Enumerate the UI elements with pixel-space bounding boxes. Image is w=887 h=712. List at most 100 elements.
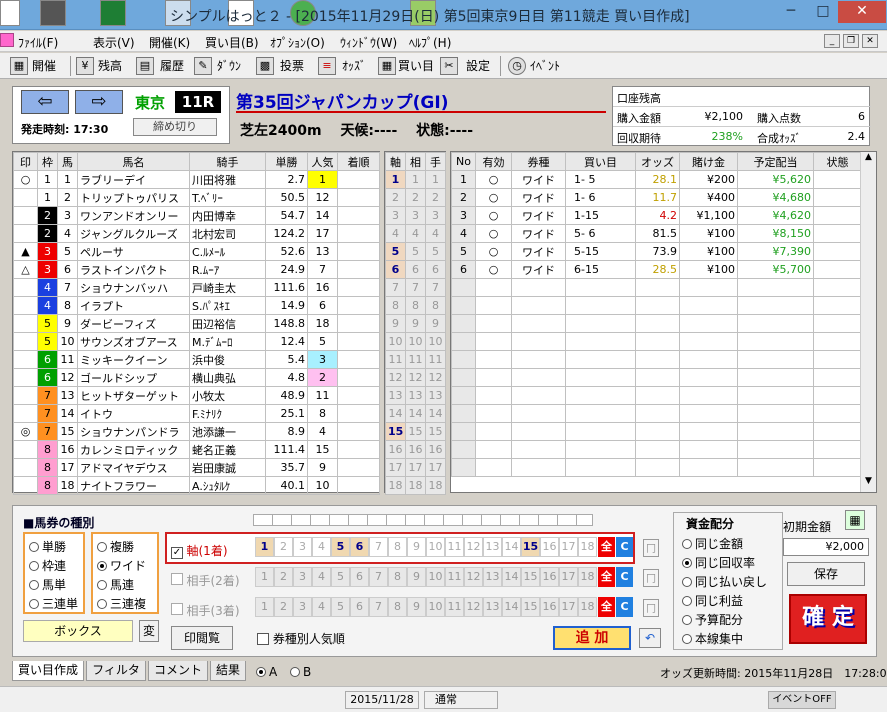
axis-jiku-cell[interactable]: 13 [385, 386, 406, 405]
mark-cell[interactable]: ○ [13, 170, 38, 189]
horse-number-toggle[interactable]: 6 [350, 597, 369, 617]
horse-number-toggle[interactable]: 12 [464, 567, 483, 587]
bet-amount[interactable]: ¥200 [679, 170, 738, 189]
horse-number-toggle[interactable]: 13 [483, 597, 502, 617]
scroll-up-icon[interactable]: ▲ [861, 152, 876, 168]
mark-cell[interactable] [13, 386, 38, 405]
horse-number-toggle[interactable]: 2 [274, 537, 293, 557]
horse-col-header[interactable]: 馬名 [77, 152, 190, 171]
horse-number-toggle[interactable]: 5 [331, 537, 350, 557]
horse-number-toggle[interactable]: 18 [578, 567, 597, 587]
select-all-button[interactable]: 全 [598, 597, 615, 617]
close-button[interactable]: ✕ [838, 1, 886, 23]
axis-te-cell[interactable]: 10 [425, 332, 446, 351]
horse-number-toggle[interactable]: 16 [540, 597, 559, 617]
bets-col-header[interactable]: 賭け金 [679, 152, 738, 171]
horse-row[interactable]: △ 3 6 ラストインパクト R.ﾑｰｱ 24.9 7 [13, 260, 380, 279]
horse-row[interactable]: 8 18 ナイトフラワー A.ｼｭﾀﾙｹ 40.1 10 [13, 476, 380, 495]
bet-row[interactable]: 4 ○ ワイド 5- 6 81.5 ¥100 ¥8,150 [451, 224, 862, 243]
axis-jiku-cell[interactable]: 5 [385, 242, 406, 261]
bet-valid[interactable]: ○ [475, 206, 512, 225]
deadline-button[interactable]: 締め切り [133, 118, 217, 136]
horse-number-toggle[interactable]: 3 [293, 537, 312, 557]
bets-col-header[interactable]: オッズ [635, 152, 680, 171]
axis-jiku-cell[interactable]: 1 [385, 170, 406, 189]
axis-te-cell[interactable]: 12 [425, 368, 446, 387]
axis-te-cell[interactable]: 9 [425, 314, 446, 333]
horse-row[interactable]: 2 4 ジャングルクルーズ 北村宏司 124.2 17 [13, 224, 380, 243]
axis-te-cell[interactable]: 3 [425, 206, 446, 225]
horse-number-toggle[interactable]: 15 [521, 567, 540, 587]
clear-button[interactable]: C [616, 567, 633, 587]
horse-number-toggle[interactable]: 18 [578, 597, 597, 617]
axis-ai-cell[interactable]: 6 [405, 260, 426, 279]
bet-row[interactable]: 1 ○ ワイド 1- 5 28.1 ¥200 ¥5,620 [451, 170, 862, 189]
bet-valid[interactable]: ○ [475, 170, 512, 189]
mark-cell[interactable] [13, 206, 38, 225]
mark-cell[interactable] [13, 188, 38, 207]
download-button[interactable]: ﾀﾞｳﾝ [217, 56, 241, 76]
by-type-checkbox[interactable]: 券種別人気順 [257, 630, 345, 647]
horse-col-header[interactable]: 単勝 [265, 152, 308, 171]
mark-cell[interactable] [13, 368, 38, 387]
bet-row[interactable]: 5 ○ ワイド 5-15 73.9 ¥100 ¥7,390 [451, 242, 862, 261]
axis-jiku-cell[interactable]: 12 [385, 368, 406, 387]
mark-cell[interactable] [13, 278, 38, 297]
axis-te-cell[interactable]: 11 [425, 350, 446, 369]
box-button[interactable]: ボックス [23, 620, 133, 642]
horse-number-toggle[interactable]: 1 [255, 597, 274, 617]
odds-button[interactable]: ｵｯｽﾞ [342, 56, 366, 76]
radio-a[interactable]: A [256, 665, 277, 679]
thumbnail-icon[interactable] [40, 0, 66, 26]
bet-type-radio[interactable]: 三連単 [29, 595, 78, 612]
axis-jiku-cell[interactable]: 9 [385, 314, 406, 333]
horse-col-header[interactable]: 着順 [337, 152, 380, 171]
bet-type-radio[interactable]: 複勝 [97, 538, 134, 555]
horse-number-toggle[interactable]: 3 [293, 597, 312, 617]
axis-jiku-cell[interactable]: 3 [385, 206, 406, 225]
bet-type-radio[interactable]: 馬連 [97, 576, 134, 593]
horse-row[interactable]: ◎ 7 15 ショウナンパンドラ 池添謙一 8.9 4 [13, 422, 380, 441]
horse-number-toggle[interactable]: 3 [293, 567, 312, 587]
horse-number-toggle[interactable]: 4 [312, 597, 331, 617]
bets-col-header[interactable]: 買い目 [565, 152, 636, 171]
mark-cell[interactable] [13, 350, 38, 369]
horse-number-toggle[interactable]: 14 [502, 537, 521, 557]
bet-valid[interactable]: ○ [475, 224, 512, 243]
axis-te-cell[interactable]: 17 [425, 458, 446, 477]
fund-option-radio[interactable]: 同じ回収率 [682, 554, 755, 571]
settings-button[interactable]: 設定 [466, 56, 490, 76]
horse-col-header[interactable]: 印 [13, 152, 38, 171]
horse-row[interactable]: ▲ 3 5 ペルーサ C.ﾙﾒｰﾙ 52.6 13 [13, 242, 380, 261]
tab-2[interactable]: コメント [148, 661, 208, 681]
horse-number-toggle[interactable]: 6 [350, 567, 369, 587]
mark-cell[interactable] [13, 458, 38, 477]
menu-file[interactable]: ﾌｧｲﾙ(F) [18, 34, 58, 51]
radio-b[interactable]: B [290, 665, 311, 679]
axis-ai-cell[interactable]: 7 [405, 278, 426, 297]
select-all-button[interactable]: 全 [598, 567, 615, 587]
aite2-checkbox[interactable]: 相手(2着) [171, 572, 240, 589]
horse-number-toggle[interactable]: 14 [502, 597, 521, 617]
horse-number-toggle[interactable]: 10 [426, 537, 445, 557]
bet-row[interactable]: 2 ○ ワイド 1- 6 11.7 ¥400 ¥4,680 [451, 188, 862, 207]
menu-option[interactable]: ｵﾌﾟｼｮﾝ(O) [270, 34, 325, 51]
horse-number-toggle[interactable]: 5 [331, 567, 350, 587]
horse-number-toggle[interactable]: 6 [350, 537, 369, 557]
horse-number-toggle[interactable]: 16 [540, 567, 559, 587]
mark-cell[interactable]: ▲ [13, 242, 38, 261]
horse-col-header[interactable]: 騎手 [189, 152, 266, 171]
horse-number-toggle[interactable]: 9 [407, 597, 426, 617]
mark-cell[interactable] [13, 476, 38, 495]
mark-cell[interactable] [13, 296, 38, 315]
axis-ai-cell[interactable]: 9 [405, 314, 426, 333]
change-button[interactable]: 変 [139, 620, 159, 642]
horse-number-toggle[interactable]: 8 [388, 597, 407, 617]
horse-number-toggle[interactable]: 12 [464, 537, 483, 557]
horse-number-toggle[interactable]: 10 [426, 567, 445, 587]
axis-te-cell[interactable]: 14 [425, 404, 446, 423]
mark-cell[interactable]: △ [13, 260, 38, 279]
undo-button[interactable]: ↶ [639, 628, 661, 648]
mdi-restore-button[interactable]: ❐ [843, 34, 859, 48]
axis-te-cell[interactable]: 18 [425, 476, 446, 495]
